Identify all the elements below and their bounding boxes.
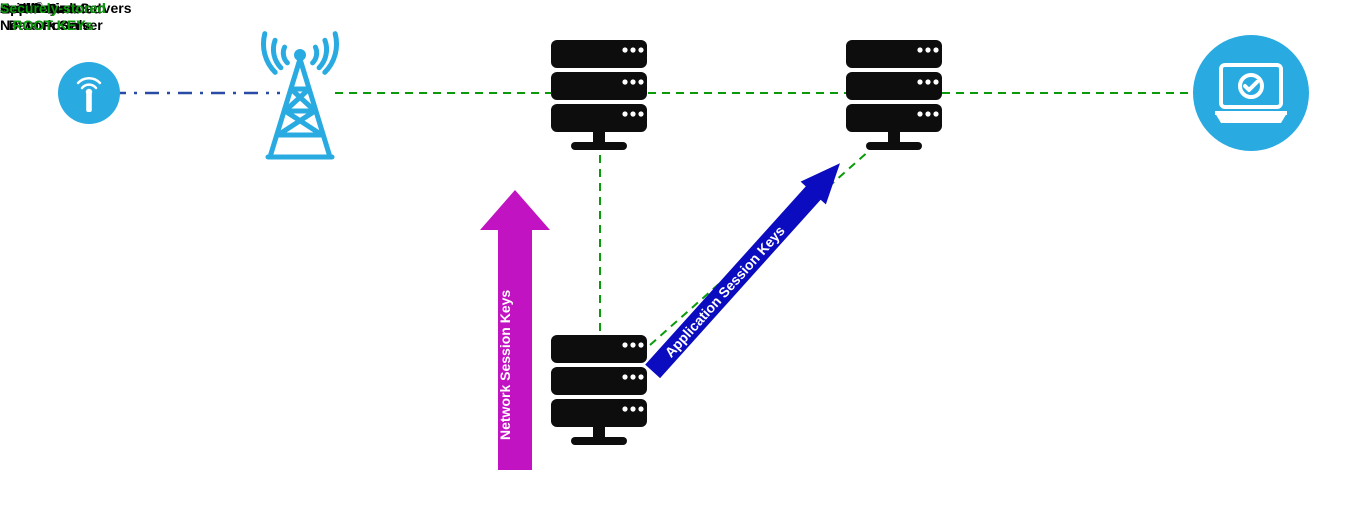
join-server-icon <box>551 335 651 450</box>
application-session-keys-label: Application Session Keys <box>661 222 788 360</box>
end-device-icon <box>58 62 120 124</box>
dashboards-icon <box>1193 35 1309 151</box>
join-server-rootkeys-note: Securely-stored ROOT KEYs <box>0 0 106 34</box>
gateway-icon <box>240 23 360 163</box>
network-session-keys-label: Network Session Keys <box>497 290 513 440</box>
application-session-keys-arrow: Application Session Keys <box>630 130 930 430</box>
network-server-icon <box>551 40 651 155</box>
network-session-keys-arrow: Network Session Keys <box>480 190 550 470</box>
application-servers-icon <box>846 40 946 155</box>
